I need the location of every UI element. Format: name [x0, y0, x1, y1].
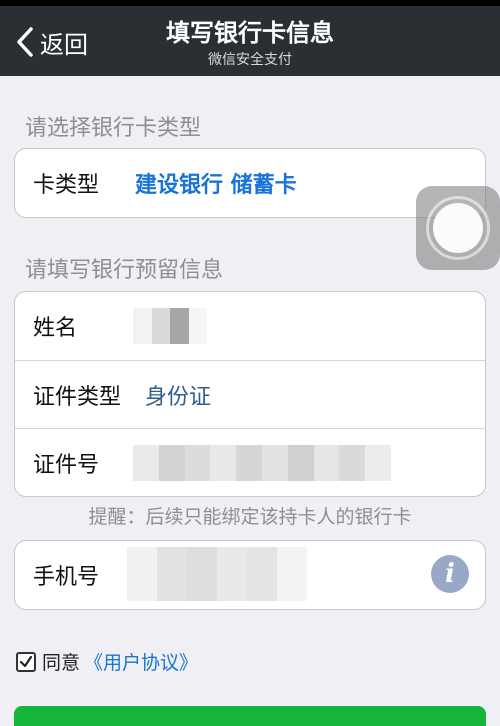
reserved-info-section-title: 请填写银行预留信息: [25, 258, 224, 283]
name-row: 姓名: [15, 292, 485, 360]
id-type-value[interactable]: 身份证: [145, 379, 211, 411]
user-agreement-link[interactable]: 《用户协议》: [84, 648, 198, 675]
checkmark-icon: [19, 655, 33, 667]
assistive-touch-icon[interactable]: [416, 186, 500, 270]
page-subtitle: 微信安全支付: [208, 52, 292, 68]
agree-checkbox[interactable]: [16, 651, 36, 672]
info-icon[interactable]: i: [431, 555, 469, 593]
phone-row: 手机号 i: [15, 541, 485, 609]
agreement-row: 同意 《用户协议》: [16, 648, 198, 675]
card-type-section-title: 请选择银行卡类型: [25, 116, 202, 141]
id-type-row[interactable]: 证件类型 身份证: [15, 360, 485, 428]
navigation-bar: 返回 填写银行卡信息 微信安全支付: [0, 6, 500, 76]
agree-label: 同意: [42, 652, 81, 674]
card-type-label: 卡类型: [33, 173, 100, 198]
name-input[interactable]: [133, 308, 207, 344]
phone-input[interactable]: [127, 547, 307, 601]
card-type-value[interactable]: 建设银行 储蓄卡: [135, 167, 297, 199]
card-type-row[interactable]: 卡类型 建设银行 储蓄卡: [15, 149, 485, 217]
assistive-touch-center: [433, 203, 483, 253]
phone-label: 手机号: [33, 565, 100, 590]
id-number-label: 证件号: [33, 452, 100, 478]
page-title: 填写银行卡信息: [166, 19, 334, 47]
phone-card: 手机号 i: [14, 540, 486, 610]
reserved-info-card: 姓名 证件类型 身份证 证件号: [14, 291, 486, 497]
name-label: 姓名: [33, 316, 78, 341]
next-button[interactable]: [14, 706, 486, 726]
id-type-label: 证件类型: [33, 384, 122, 410]
reminder-text: 提醒：后续只能绑定该持卡人的银行卡: [88, 506, 412, 528]
id-number-row: 证件号: [15, 428, 485, 496]
id-number-input[interactable]: [133, 445, 391, 481]
